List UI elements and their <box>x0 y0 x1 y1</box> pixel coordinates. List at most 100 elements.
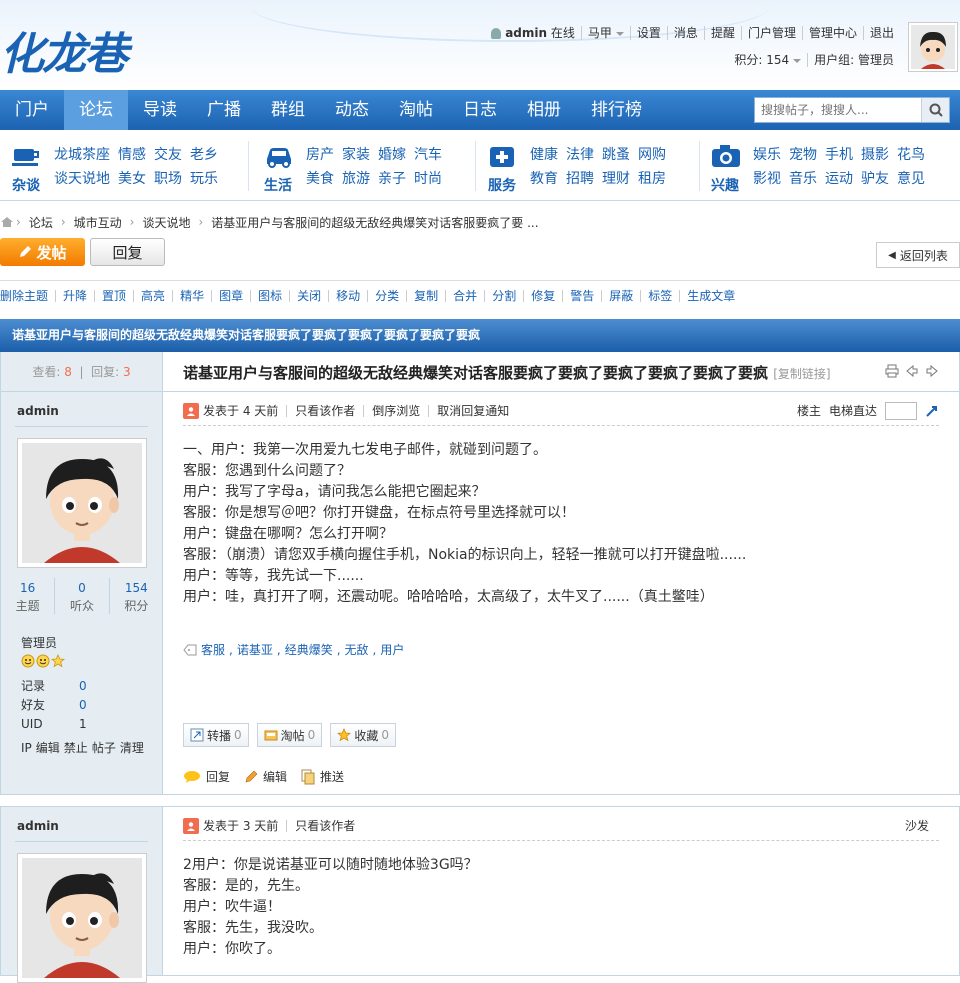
category-link[interactable]: 意见 <box>897 167 925 191</box>
mod-tag[interactable]: 标签 <box>640 290 679 302</box>
reply-button[interactable]: 回复 <box>90 238 165 266</box>
category-link[interactable]: 职场 <box>154 167 182 191</box>
breadcrumb-city[interactable]: 城市互动 <box>74 214 122 231</box>
tag-link[interactable]: 无敌 <box>345 641 369 658</box>
jump-input[interactable] <box>885 401 917 420</box>
category-link[interactable]: 运动 <box>825 167 853 191</box>
mod-move[interactable]: 移动 <box>328 290 367 302</box>
category-link[interactable]: 亲子 <box>378 167 406 191</box>
mod-bump[interactable]: 升降 <box>55 290 94 302</box>
prev-thread-icon[interactable] <box>905 364 919 378</box>
messages-link[interactable]: 消息 <box>666 26 704 40</box>
stat-followers[interactable]: 0 听众 <box>54 578 108 614</box>
category-link[interactable]: 驴友 <box>861 167 889 191</box>
mod-icon[interactable]: 图标 <box>250 290 289 302</box>
category-name[interactable]: 兴趣 <box>711 175 751 195</box>
nav-groups[interactable]: 群组 <box>256 90 320 130</box>
category-link[interactable]: 老乡 <box>190 143 218 167</box>
tag-link[interactable]: 经典爆笑 <box>285 641 333 658</box>
mod-block[interactable]: 屏蔽 <box>601 290 640 302</box>
reverse-order-link[interactable]: 倒序浏览 <box>363 404 428 417</box>
author-group[interactable]: 管理员 <box>21 634 57 651</box>
category-link[interactable]: 影视 <box>753 167 781 191</box>
home-icon[interactable] <box>0 216 14 228</box>
print-icon[interactable] <box>885 364 899 378</box>
category-link[interactable]: 美食 <box>306 167 334 191</box>
stat-score[interactable]: 154 积分 <box>108 578 163 614</box>
author-avatar[interactable] <box>17 853 147 983</box>
category-link[interactable]: 玩乐 <box>190 167 218 191</box>
category-link[interactable]: 家装 <box>342 143 370 167</box>
category-link[interactable]: 音乐 <box>789 167 817 191</box>
category-link[interactable]: 租房 <box>638 167 666 191</box>
nav-broadcast[interactable]: 广播 <box>192 90 256 130</box>
nav-forum[interactable]: 论坛 <box>64 90 128 130</box>
settings-link[interactable]: 设置 <box>629 26 667 40</box>
mod-sticky[interactable]: 置顶 <box>94 290 133 302</box>
posts-link[interactable]: 帖子 <box>92 741 116 755</box>
category-name[interactable]: 服务 <box>488 175 528 195</box>
edit-user-link[interactable]: 编辑 <box>36 741 60 755</box>
mod-article[interactable]: 生成文章 <box>679 290 742 302</box>
breadcrumb-forum[interactable]: 论坛 <box>29 214 53 231</box>
ip-link[interactable]: IP <box>21 741 32 755</box>
category-name[interactable]: 生活 <box>264 175 304 195</box>
push-post-button[interactable]: 推送 <box>301 768 344 785</box>
go-icon[interactable] <box>925 404 939 418</box>
user-group-link[interactable]: 用户组: 管理员 <box>807 53 900 67</box>
breadcrumb-thread[interactable]: 诺基亚用户与客服间的超级无敌经典爆笑对话客服要疯了要 ... <box>211 214 538 231</box>
category-link[interactable]: 健康 <box>530 143 558 167</box>
tag-link[interactable]: 诺基亚 <box>237 641 273 658</box>
logout-link[interactable]: 退出 <box>862 26 900 40</box>
mod-delete[interactable]: 删除主题 <box>0 290 55 302</box>
only-author-link[interactable]: 只看该作者 <box>286 819 363 832</box>
nav-guide[interactable]: 导读 <box>128 90 192 130</box>
author-name[interactable]: admin <box>17 819 59 833</box>
category-link[interactable]: 房产 <box>306 143 334 167</box>
category-link[interactable]: 跳蚤 <box>602 143 630 167</box>
author-name[interactable]: admin <box>17 404 59 418</box>
category-link[interactable]: 婚嫁 <box>378 143 406 167</box>
ban-link[interactable]: 禁止 <box>64 741 88 755</box>
tag-link[interactable]: 客服 <box>201 641 225 658</box>
search-button[interactable] <box>921 98 949 122</box>
username-link[interactable]: admin <box>505 26 547 40</box>
category-link[interactable]: 网购 <box>638 143 666 167</box>
tag-link[interactable]: 用户 <box>380 641 404 658</box>
portal-admin-link[interactable]: 门户管理 <box>740 26 802 40</box>
category-link[interactable]: 手机 <box>825 143 853 167</box>
cancel-notify-link[interactable]: 取消回复通知 <box>428 404 517 417</box>
next-thread-icon[interactable] <box>925 364 939 378</box>
category-link[interactable]: 招聘 <box>566 167 594 191</box>
nav-activity[interactable]: 动态 <box>320 90 384 130</box>
category-link[interactable]: 时尚 <box>414 167 442 191</box>
category-link[interactable]: 娱乐 <box>753 143 781 167</box>
header-avatar[interactable] <box>908 22 958 72</box>
nav-album[interactable]: 相册 <box>512 90 576 130</box>
mod-close[interactable]: 关闭 <box>289 290 328 302</box>
category-link[interactable]: 谈天说地 <box>54 167 110 191</box>
only-author-link[interactable]: 只看该作者 <box>286 404 363 417</box>
category-link[interactable]: 法律 <box>566 143 594 167</box>
mod-repair[interactable]: 修复 <box>523 290 562 302</box>
category-link[interactable]: 情感 <box>118 143 146 167</box>
site-logo[interactable]: 化龙巷 <box>0 18 128 82</box>
mod-warn[interactable]: 警告 <box>562 290 601 302</box>
category-link[interactable]: 宠物 <box>789 143 817 167</box>
nav-ranking[interactable]: 排行榜 <box>576 90 657 130</box>
mod-digest[interactable]: 精华 <box>172 290 211 302</box>
admin-center-link[interactable]: 管理中心 <box>801 26 863 40</box>
category-link[interactable]: 交友 <box>154 143 182 167</box>
breadcrumb-board[interactable]: 谈天说地 <box>142 214 190 231</box>
category-link[interactable]: 理财 <box>602 167 630 191</box>
category-link[interactable]: 摄影 <box>861 143 889 167</box>
favorite-button[interactable]: 收藏 0 <box>330 723 396 747</box>
nav-portal[interactable]: 门户 <box>0 90 64 130</box>
mod-split[interactable]: 分割 <box>484 290 523 302</box>
edit-post-button[interactable]: 编辑 <box>244 768 287 785</box>
mod-highlight[interactable]: 高亮 <box>133 290 172 302</box>
category-link[interactable]: 汽车 <box>414 143 442 167</box>
reminders-link[interactable]: 提醒 <box>703 26 741 40</box>
clean-link[interactable]: 清理 <box>120 741 144 755</box>
reply-post-button[interactable]: 回复 <box>183 768 230 785</box>
